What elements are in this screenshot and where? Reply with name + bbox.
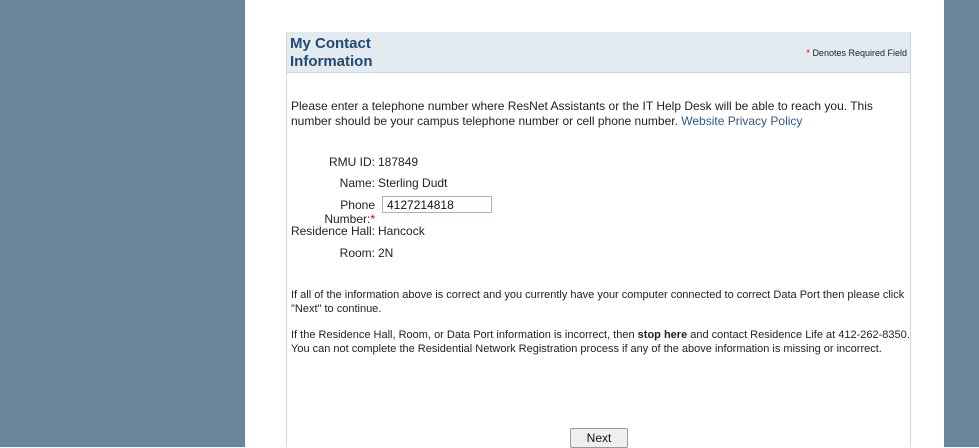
confirm-message: If all of the information above is corre… — [291, 289, 905, 315]
rmu-id-row: RMU ID: 187849 — [287, 155, 418, 169]
incorrect-pre: If the Residence Hall, Room, or Data Por… — [291, 329, 635, 341]
right-background-panel — [944, 0, 979, 447]
phone-label: Phone Number:* — [287, 198, 375, 226]
panel-header: My Contact Information * Denotes Require… — [287, 32, 910, 73]
room-label: Room: — [339, 246, 375, 260]
required-note-text: Denotes Required Field — [812, 48, 907, 58]
name-label: Name: — [339, 176, 375, 190]
page-title: My Contact Information — [290, 35, 373, 70]
next-button[interactable]: Next — [570, 428, 628, 448]
contact-info-panel: My Contact Information * Denotes Require… — [286, 32, 911, 448]
incorrect-info-message: If the Residence Hall, Room, or Data Por… — [291, 328, 911, 356]
stop-here-text: stop here — [637, 329, 688, 341]
required-star: * — [806, 48, 810, 58]
residence-hall-value: Hancock — [378, 224, 425, 238]
left-background-panel — [0, 0, 245, 447]
intro-text: Please enter a telephone number where Re… — [291, 99, 909, 129]
phone-number-input[interactable] — [382, 196, 492, 213]
name-row: Name: Sterling Dudt — [287, 176, 448, 190]
room-value: 2N — [378, 246, 394, 260]
required-field-note: * Denotes Required Field — [806, 48, 907, 58]
phone-row: Phone Number:* — [287, 198, 375, 226]
name-value: Sterling Dudt — [378, 176, 448, 190]
phone-label-text: Phone Number: — [324, 198, 375, 226]
residence-hall-label: Residence Hall: — [290, 224, 375, 238]
privacy-policy-link[interactable]: Website Privacy Policy — [681, 114, 802, 128]
rmu-id-value: 187849 — [378, 155, 419, 169]
room-row: Room: 2N — [287, 246, 394, 260]
residence-hall-row: Residence Hall: Hancock — [287, 224, 425, 238]
rmu-id-label: RMU ID: — [329, 155, 375, 169]
